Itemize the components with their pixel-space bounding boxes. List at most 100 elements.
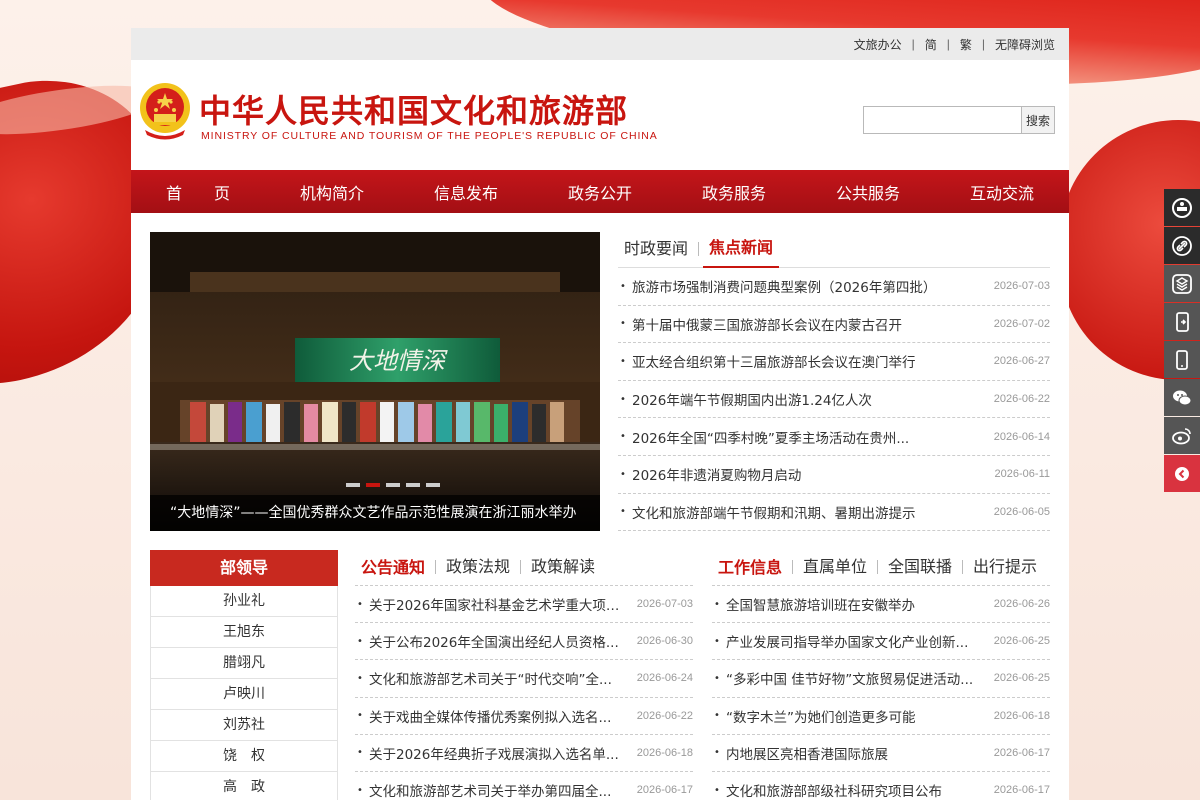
list-item[interactable]: • 产业发展司指导举办国家文化产业创新... 2026-06-25: [712, 623, 1050, 661]
item-title[interactable]: 内地展区亮相香港国际旅展: [726, 743, 988, 763]
news-title[interactable]: 2026年全国“四季村晚”夏季主场活动在贵州...: [632, 427, 990, 447]
tab-current-affairs[interactable]: 时政要闻: [618, 235, 694, 267]
mobile-app-button[interactable]: [1164, 303, 1200, 340]
item-title[interactable]: 关于2026年国家社科基金艺术学重大项目...: [369, 594, 631, 614]
leader-item[interactable]: 王旭东: [150, 617, 338, 648]
wechat-button[interactable]: [1164, 379, 1200, 416]
item-date: 2026-06-17: [993, 784, 1050, 797]
item-title[interactable]: 关于公布2026年全国演出经纪人员资格...: [369, 631, 631, 651]
tab-divider: [962, 560, 964, 574]
item-title[interactable]: 文化和旅游部部级社科研究项目公布: [726, 780, 988, 800]
leader-item[interactable]: 腊翊凡: [150, 648, 338, 679]
news-title[interactable]: 文化和旅游部端午节假期和汛期、暑期出游提示: [632, 502, 990, 522]
back-to-top-button[interactable]: [1164, 455, 1200, 492]
weibo-button[interactable]: [1164, 417, 1200, 454]
news-item[interactable]: • 2026年端午节假期国内出游1.24亿人次 2026-06-22: [618, 381, 1050, 419]
search-box: 搜索: [863, 106, 1055, 134]
leader-item[interactable]: 刘苏社: [150, 710, 338, 741]
list-item[interactable]: • “多彩中国 佳节好物”文旅贸易促进活动... 2026-06-25: [712, 660, 1050, 698]
link-icon: [1172, 235, 1192, 256]
simplified-chinese-link[interactable]: 简: [925, 36, 937, 53]
link-button[interactable]: [1164, 227, 1200, 264]
carousel-dot[interactable]: [426, 483, 440, 487]
work-tabs: 工作信息 直属单位 全国联播 出行提示: [712, 550, 1050, 586]
news-title[interactable]: 亚太经合组织第十三届旅游部长会议在澳门举行: [632, 351, 990, 371]
news-item[interactable]: • 第十届中俄蒙三国旅游部长会议在内蒙古召开 2026-07-02: [618, 306, 1050, 344]
news-title[interactable]: 2026年端午节假期国内出游1.24亿人次: [632, 389, 990, 409]
list-item[interactable]: • “数字木兰”为她们创造更多可能 2026-06-18: [712, 698, 1050, 735]
news-item[interactable]: • 2026年非遗消夏购物月启动 2026-06-11: [618, 456, 1050, 494]
nav-item-interaction[interactable]: 互动交流: [935, 180, 1069, 204]
news-date: 2026-07-03: [993, 280, 1050, 293]
carousel-dot[interactable]: [346, 483, 360, 487]
leader-item[interactable]: 高 政: [150, 772, 338, 800]
nav-item-news-release[interactable]: 信息发布: [399, 180, 533, 204]
list-item[interactable]: • 文化和旅游部艺术司关于举办第四届全... 2026-06-17: [355, 772, 693, 800]
news-date: 2026-06-11: [994, 468, 1050, 481]
tab-divider: [435, 560, 437, 574]
tab-work-info[interactable]: 工作信息: [712, 554, 788, 586]
tab-policy-interpretation[interactable]: 政策解读: [525, 553, 601, 585]
carousel-dot-active[interactable]: [366, 483, 380, 487]
item-title[interactable]: “多彩中国 佳节好物”文旅贸易促进活动...: [726, 668, 988, 688]
mobile-site-button[interactable]: [1164, 341, 1200, 378]
nav-item-home[interactable]: 首 页: [131, 180, 265, 204]
item-title[interactable]: 文化和旅游部艺术司关于举办第四届全...: [369, 780, 631, 800]
news-item[interactable]: • 亚太经合组织第十三届旅游部长会议在澳门举行 2026-06-27: [618, 343, 1050, 381]
list-item[interactable]: • 全国智慧旅游培训班在安徽举办 2026-06-26: [712, 586, 1050, 624]
carousel-caption[interactable]: “大地情深”——全国优秀群众文艺作品示范性展演在浙江丽水举办: [150, 495, 600, 531]
item-date: 2026-06-25: [993, 635, 1050, 648]
item-title[interactable]: 产业发展司指导举办国家文化产业创新...: [726, 631, 988, 651]
bullet: •: [620, 280, 626, 292]
bullet: •: [357, 747, 363, 759]
tab-affiliated-units[interactable]: 直属单位: [797, 553, 873, 585]
emblem-button[interactable]: [1164, 189, 1200, 226]
bullet: •: [357, 598, 363, 610]
item-date: 2026-06-18: [993, 709, 1050, 722]
bullet: •: [357, 635, 363, 647]
list-item[interactable]: • 内地展区亮相香港国际旅展 2026-06-17: [712, 735, 1050, 772]
nav-item-about[interactable]: 机构简介: [265, 180, 399, 204]
nav-item-public-services[interactable]: 公共服务: [801, 180, 935, 204]
accessibility-link[interactable]: 无障碍浏览: [995, 36, 1055, 53]
news-title[interactable]: 旅游市场强制消费问题典型案例（2026年第四批）: [632, 276, 990, 296]
search-button[interactable]: 搜索: [1021, 106, 1055, 134]
nav-item-government-services[interactable]: 政务服务: [667, 180, 801, 204]
carousel-dot[interactable]: [406, 483, 420, 487]
list-item[interactable]: • 关于公布2026年全国演出经纪人员资格... 2026-06-30: [355, 623, 693, 661]
leader-item[interactable]: 卢映川: [150, 679, 338, 710]
carousel-dot[interactable]: [386, 483, 400, 487]
site-title[interactable]: 中华人民共和国文化和旅游部: [199, 86, 628, 132]
leader-item[interactable]: 孙业礼: [150, 586, 338, 617]
news-title[interactable]: 第十届中俄蒙三国旅游部长会议在内蒙古召开: [632, 314, 990, 334]
list-item[interactable]: • 关于2026年国家社科基金艺术学重大项目... 2026-07-03: [355, 586, 693, 624]
app-button[interactable]: [1164, 265, 1200, 302]
news-item[interactable]: • 2026年全国“四季村晚”夏季主场活动在贵州... 2026-06-14: [618, 418, 1050, 456]
leader-item[interactable]: 饶 权: [150, 741, 338, 772]
list-item[interactable]: • 关于戏曲全媒体传播优秀案例拟入选名... 2026-06-22: [355, 698, 693, 735]
tab-policies[interactable]: 政策法规: [440, 553, 516, 585]
news-item[interactable]: • 旅游市场强制消费问题典型案例（2026年第四批） 2026-07-03: [618, 268, 1050, 306]
search-input[interactable]: [863, 106, 1021, 134]
list-item[interactable]: • 关于2026年经典折子戏展演拟入选名单... 2026-06-18: [355, 735, 693, 772]
item-title[interactable]: “数字木兰”为她们创造更多可能: [726, 706, 988, 726]
news-item[interactable]: • 文化和旅游部端午节假期和汛期、暑期出游提示 2026-06-05: [618, 494, 1050, 532]
tab-focus-news[interactable]: 焦点新闻: [703, 234, 780, 268]
tab-national-broadcast[interactable]: 全国联播: [882, 553, 958, 585]
item-title[interactable]: 全国智慧旅游培训班在安徽举办: [726, 594, 988, 614]
photo-carousel[interactable]: 大地情深 “大地情深”——全国优秀群众文艺作品示范性展演在浙江丽水举办: [150, 232, 600, 531]
list-item[interactable]: • 文化和旅游部艺术司关于“时代交响”全... 2026-06-24: [355, 660, 693, 698]
national-emblem-icon[interactable]: [137, 80, 193, 142]
tab-travel-tips[interactable]: 出行提示: [967, 553, 1043, 585]
item-title[interactable]: 文化和旅游部艺术司关于“时代交响”全...: [369, 668, 631, 688]
office-link[interactable]: 文旅办公: [854, 36, 902, 53]
tab-announcements[interactable]: 公告通知: [355, 554, 431, 586]
item-title[interactable]: 关于2026年经典折子戏展演拟入选名单...: [369, 743, 631, 763]
item-title[interactable]: 关于戏曲全媒体传播优秀案例拟入选名...: [369, 706, 631, 726]
traditional-chinese-link[interactable]: 繁: [960, 36, 972, 53]
news-title[interactable]: 2026年非遗消夏购物月启动: [632, 464, 990, 484]
leaders-heading[interactable]: 部领导: [150, 550, 338, 586]
notices-tabs: 公告通知 政策法规 政策解读: [355, 550, 693, 586]
list-item[interactable]: • 文化和旅游部部级社科研究项目公布 2026-06-17: [712, 772, 1050, 800]
nav-item-government-affairs[interactable]: 政务公开: [533, 180, 667, 204]
